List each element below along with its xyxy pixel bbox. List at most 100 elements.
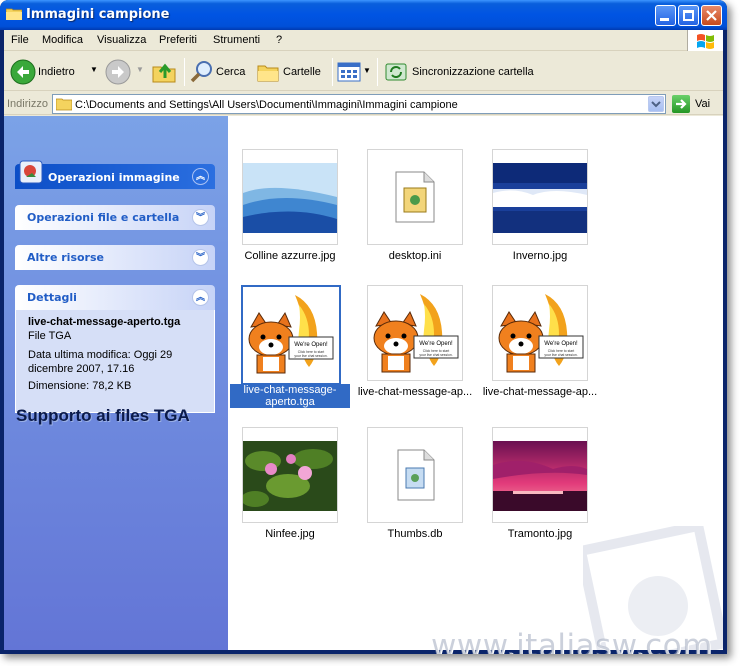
hills-image	[243, 163, 337, 233]
windows-logo	[687, 30, 723, 51]
menu-bar: File Modifica Visualizza Preferiti Strum…	[4, 30, 723, 51]
file-name-label[interactable]: Colline azzurre.jpg	[228, 250, 352, 262]
close-button[interactable]	[701, 5, 722, 26]
file-thumbnail[interactable]: We're Open! Click here to start your liv…	[492, 285, 588, 381]
fox-mascot-image: We're Open! Click here to start your liv…	[248, 295, 334, 374]
file-thumbnail[interactable]	[242, 427, 338, 523]
file-name-label[interactable]: live-chat-message-ap...	[478, 386, 602, 398]
file-thumbnail[interactable]	[367, 427, 463, 523]
search-icon	[190, 61, 212, 83]
menu-strumenti[interactable]: Strumenti	[213, 34, 260, 46]
file-name-label[interactable]: Thumbs.db	[353, 528, 477, 540]
folders-icon	[257, 65, 279, 82]
details-file-type: File TGA	[28, 330, 72, 342]
sync-label: Sincronizzazione cartella	[412, 66, 534, 78]
windows-flag-icon	[697, 34, 714, 49]
explorer-window: Immagini campione File Modifica Visualiz…	[0, 0, 727, 654]
folders-label: Cartelle	[283, 66, 321, 78]
sync-folder-button[interactable]: Sincronizzazione cartella	[382, 57, 542, 87]
views-dropdown-icon[interactable]: ▼	[363, 66, 371, 75]
panel-file-tasks[interactable]: Operazioni file e cartella ︾	[15, 205, 215, 230]
go-label[interactable]: Vai	[695, 98, 710, 110]
forward-arrow-icon	[105, 59, 131, 85]
sign-headline: We're Open!	[419, 341, 453, 347]
address-path: C:\Documents and Settings\All Users\Docu…	[75, 99, 458, 111]
go-button[interactable]	[672, 95, 690, 113]
up-folder-icon[interactable]	[151, 59, 177, 85]
views-icon	[337, 62, 361, 82]
minimize-button[interactable]	[655, 5, 676, 26]
menu-file[interactable]: File	[11, 34, 29, 46]
details-body: live-chat-message-aperto.tga File TGA Da…	[15, 310, 215, 413]
folders-button[interactable]: Cartelle	[256, 57, 328, 87]
file-thumbnail[interactable]	[492, 427, 588, 523]
file-thumbnail[interactable]	[242, 149, 338, 245]
go-arrow-icon	[676, 99, 687, 109]
menu-help[interactable]: ?	[276, 34, 282, 46]
panel-image-tasks[interactable]: Operazioni immagine ︽	[15, 160, 215, 189]
panel-other-places[interactable]: Altre risorse ︾	[15, 245, 215, 270]
file-thumbnail[interactable]: We're Open! Click here to start your liv…	[367, 285, 463, 381]
panel-title: Dettagli	[27, 291, 77, 304]
sign-headline: We're Open!	[544, 341, 578, 347]
window-frame: File Modifica Visualizza Preferiti Strum…	[4, 30, 723, 654]
panel-details[interactable]: Dettagli ︽	[15, 285, 215, 310]
folder-icon	[6, 8, 22, 20]
winter-image	[493, 163, 587, 233]
details-file-name: live-chat-message-aperto.tga	[28, 316, 181, 328]
panel-title: Altre risorse	[27, 251, 104, 264]
file-name-label[interactable]: desktop.ini	[353, 250, 477, 262]
details-size: Dimensione: 78,2 KB	[28, 380, 132, 392]
watermark-text: www.italiasw.com	[431, 628, 713, 654]
back-button[interactable]: Indietro ▼	[8, 57, 102, 87]
details-modified: Data ultima modifica: Oggi 29 dicembre 2…	[28, 349, 173, 375]
window-title: Immagini campione	[26, 7, 170, 22]
file-name-label[interactable]: Ninfee.jpg	[228, 528, 352, 540]
address-label: Indirizzo	[7, 98, 48, 110]
task-pane: Operazioni immagine ︽ Operazioni file e …	[4, 116, 228, 650]
fox-mascot-image: We're Open! Click here to start your liv…	[373, 294, 459, 373]
address-dropdown-button[interactable]	[648, 96, 664, 112]
back-arrow-icon	[10, 59, 36, 85]
fox-mascot-image: We're Open! Click here to start your liv…	[498, 294, 584, 373]
back-label: Indietro	[38, 66, 75, 78]
settings-file-icon	[395, 171, 435, 223]
file-view[interactable]: Colline azzurre.jpg desktop.ini Inverno.…	[228, 116, 723, 650]
collapse-icon[interactable]: ︽	[192, 168, 209, 185]
collapse-icon[interactable]: ︽	[192, 289, 209, 306]
overlay-caption: Supporto ai files TGA	[16, 406, 190, 425]
expand-icon[interactable]: ︾	[192, 209, 209, 226]
file-name-label[interactable]: live-chat-message-ap...	[353, 386, 477, 398]
close-icon	[706, 10, 717, 21]
sign-text: your live chat session.	[294, 354, 327, 358]
sign-text: your live chat session.	[419, 353, 452, 357]
water-lilies-image	[243, 441, 337, 511]
chevron-down-icon	[651, 101, 661, 108]
file-thumbnail[interactable]: We're Open! Click here to start your liv…	[241, 285, 341, 385]
image-tasks-icon	[19, 160, 43, 184]
expand-icon[interactable]: ︾	[192, 249, 209, 266]
file-name-label[interactable]: Tramonto.jpg	[478, 528, 602, 540]
file-name-label[interactable]: Inverno.jpg	[478, 250, 602, 262]
folder-icon	[56, 98, 72, 111]
menu-modifica[interactable]: Modifica	[42, 34, 83, 46]
search-button[interactable]: Cerca	[189, 57, 251, 87]
forward-dropdown-icon[interactable]: ▼	[136, 65, 144, 74]
back-dropdown-icon[interactable]: ▼	[90, 65, 98, 74]
maximize-button[interactable]	[678, 5, 699, 26]
forward-button[interactable]: ▼	[105, 57, 145, 87]
sunset-image	[493, 441, 587, 511]
sync-icon	[385, 63, 407, 81]
views-button[interactable]: ▼	[337, 60, 373, 84]
panel-title: Operazioni immagine	[48, 171, 180, 184]
sign-text: your live chat session.	[544, 353, 577, 357]
sign-headline: We're Open!	[294, 342, 328, 348]
panel-title: Operazioni file e cartella	[27, 211, 180, 224]
address-field[interactable]: C:\Documents and Settings\All Users\Docu…	[52, 94, 666, 114]
file-thumbnail[interactable]	[492, 149, 588, 245]
title-bar[interactable]: Immagini campione	[0, 0, 727, 30]
file-name-label[interactable]: live-chat-message-aperto.tga	[230, 384, 350, 408]
file-thumbnail[interactable]	[367, 149, 463, 245]
menu-preferiti[interactable]: Preferiti	[159, 34, 197, 46]
menu-visualizza[interactable]: Visualizza	[97, 34, 146, 46]
